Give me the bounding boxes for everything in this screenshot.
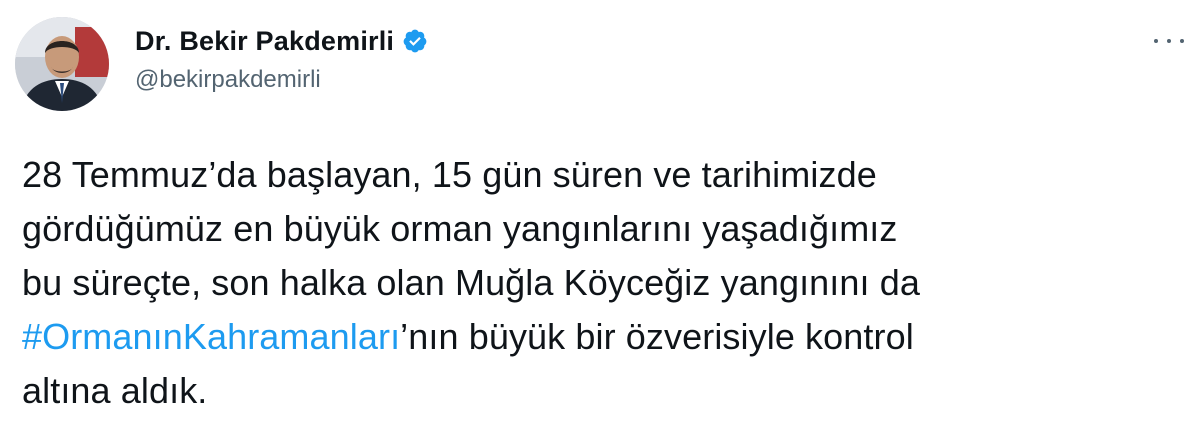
hashtag-link[interactable]: #OrmanınKahramanları [22,316,400,357]
tweet-text: 28 Temmuz’da başlayan, 15 gün süren ve t… [22,148,1192,418]
tweet-text-line: bu süreçte, son halka olan Muğla Köyceği… [22,262,920,303]
tweet-text-line: #OrmanınKahramanları’nın büyük bir özver… [22,310,1192,364]
verified-badge-icon [403,29,427,53]
more-horizontal-icon-dot [1167,39,1171,43]
avatar[interactable] [15,17,109,111]
tweet-text-line: altına aldık. [22,370,208,411]
tweet-text-line: 28 Temmuz’da başlayan, 15 gün süren ve t… [22,154,877,195]
tweet-text-segment: ’nın büyük bir özverisiyle kontrol [400,316,914,357]
author-handle[interactable]: @bekirpakdemirli [135,66,321,94]
author-display-name[interactable]: Dr. Bekir Pakdemirli [135,26,394,57]
more-options-button[interactable] [1154,30,1184,52]
tweet-text-line: gördüğümüz en büyük orman yangınlarını y… [22,208,898,249]
author-name-row[interactable]: Dr. Bekir Pakdemirli [135,24,428,58]
profile-photo [15,17,109,111]
more-horizontal-icon-dot [1180,39,1184,43]
more-horizontal-icon [1154,39,1158,43]
tweet-card: Dr. Bekir Pakdemirli @bekirpakdemirli 28… [0,0,1200,430]
